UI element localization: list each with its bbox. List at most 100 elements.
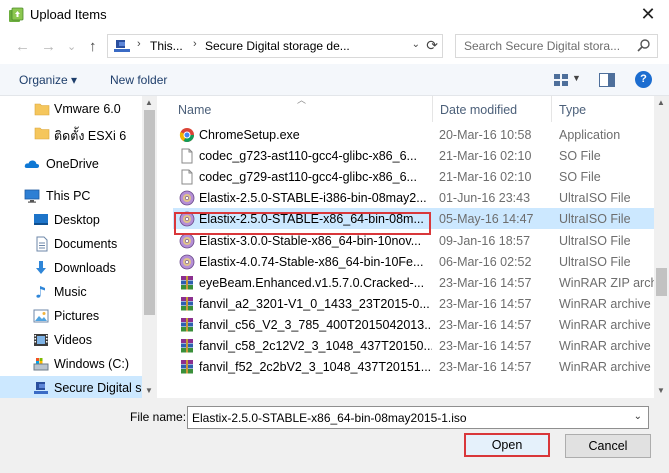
help-icon[interactable]: ? <box>635 71 652 88</box>
address-row: ← → ⌄ ↑ › This... › Secure Digital stora… <box>0 30 669 64</box>
scroll-up-icon[interactable]: ▲ <box>657 98 665 107</box>
sidebar-item-music[interactable]: Music <box>0 280 142 304</box>
file-row[interactable]: fanvil_a2_3201-V1_0_1433_23T2015-0... 23-… <box>173 293 654 314</box>
open-button[interactable]: Open <box>464 433 550 457</box>
search-placeholder[interactable]: Search Secure Digital stora... <box>464 39 634 53</box>
view-options-icon[interactable] <box>553 73 569 87</box>
breadcrumb-this-pc[interactable]: This... <box>150 39 183 53</box>
file-type: SO File <box>559 149 601 164</box>
file-type: Application <box>559 128 621 142</box>
command-toolbar: Organize ▾ New folder ▼ ? <box>0 64 669 96</box>
sidebar-item-vmware[interactable]: Vmware 6.0 <box>0 97 142 121</box>
sidebar-scroll-thumb[interactable] <box>144 110 155 315</box>
file-row[interactable]: Elastix-2.5.0-STABLE-i386-bin-08may2... 0… <box>173 187 654 208</box>
file-name: codec_g729-ast110-gcc4-glibc-x86_6... <box>199 170 417 185</box>
back-arrow-icon[interactable]: ← <box>15 38 30 55</box>
file-type: UltraISO File <box>559 191 631 206</box>
sidebar-item-videos[interactable]: Videos <box>0 328 142 352</box>
sidebar-item-desktop[interactable]: Desktop <box>0 208 142 232</box>
sidebar-item-esxi[interactable]: ติดตั้ง ESXi 6 <box>0 121 142 145</box>
file-date-modified: 21-Mar-16 02:10 <box>439 170 532 185</box>
downloads-icon <box>36 261 46 274</box>
recent-locations-chevron-icon[interactable]: ⌄ <box>67 40 76 53</box>
organize-menu-button[interactable]: Organize ▾ <box>19 73 77 87</box>
column-header-name[interactable]: Name <box>178 103 211 117</box>
file-date-modified: 20-Mar-16 10:58 <box>439 128 532 142</box>
file-date-modified: 23-Mar-16 14:57 <box>439 339 532 353</box>
computer-icon <box>24 189 40 203</box>
file-date-modified: 09-Jan-16 18:57 <box>439 233 531 248</box>
column-header-type[interactable]: Type <box>559 103 586 117</box>
file-list-scrollbar[interactable]: ▲ ▼ <box>654 96 669 398</box>
refresh-icon[interactable]: ⟳ <box>426 37 438 54</box>
file-name-value[interactable]: Elastix-2.5.0-STABLE-x86_64-bin-08may201… <box>192 411 467 425</box>
address-dropdown-icon[interactable]: ⌄ <box>412 39 420 50</box>
file-type: WinRAR ZIP archi <box>559 275 654 290</box>
cancel-button[interactable]: Cancel <box>565 434 651 458</box>
file-type: SO File <box>559 170 601 185</box>
winrar-icon <box>181 339 193 353</box>
sidebar-item-this-pc[interactable]: This PC <box>0 184 142 208</box>
column-header-row: ︿ Name Date modified Type <box>160 96 654 122</box>
sidebar-item-documents[interactable]: Documents <box>0 232 142 256</box>
sidebar-item-label: Windows (C:) <box>54 357 130 371</box>
file-row[interactable]: ChromeSetup.exe 20-Mar-16 10:58 Applicatio… <box>173 124 654 145</box>
sidebar-item-label: Secure Digital s <box>54 381 142 395</box>
column-divider[interactable] <box>432 96 433 122</box>
column-header-date[interactable]: Date modified <box>440 103 517 117</box>
file-row[interactable]: fanvil_c56_V2_3_785_400T2015042013... 23-… <box>173 314 654 335</box>
file-type: UltraISO File <box>559 233 631 248</box>
file-name: fanvil_c58_2c12V2_3_1048_437T20150... <box>199 339 432 353</box>
file-row[interactable]: eyeBeam.Enhanced.v1.5.7.0.Cracked-... 23-… <box>173 272 654 293</box>
file-row[interactable]: Elastix-4.0.74-Stable-x86_64-bin-10Fe...… <box>173 251 654 272</box>
winrar-icon <box>181 360 193 374</box>
sidebar-item-onedrive[interactable]: OneDrive <box>0 152 142 176</box>
navigation-pane: Vmware 6.0 ติดตั้ง ESXi 6 OneDrive This … <box>0 96 157 398</box>
file-type: WinRAR archive <box>559 296 651 311</box>
folder-icon <box>34 127 50 140</box>
file-date-modified: 01-Jun-16 23:43 <box>439 191 531 206</box>
file-row[interactable]: codec_g729-ast110-gcc4-glibc-x86_6... 21-… <box>173 166 654 187</box>
file-row[interactable]: codec_g723-ast110-gcc4-glibc-x86_6... 21-… <box>173 145 654 166</box>
desktop-icon <box>34 214 48 225</box>
file-name-dropdown-icon[interactable]: ⌄ <box>634 411 642 422</box>
drive-icon <box>33 358 49 371</box>
search-box[interactable]: Search Secure Digital stora... <box>455 34 658 58</box>
new-folder-button[interactable]: New folder <box>110 73 167 87</box>
file-name: Elastix-3.0.0-Stable-x86_64-bin-10nov... <box>199 233 422 248</box>
breadcrumb-separator-icon: › <box>193 38 197 50</box>
file-row[interactable]: fanvil_c58_2c12V2_3_1048_437T20150... 23-… <box>173 335 654 356</box>
scroll-down-icon[interactable]: ▼ <box>145 386 153 395</box>
file-type: UltraISO File <box>559 254 631 269</box>
file-name-input[interactable]: Elastix-2.5.0-STABLE-x86_64-bin-08may201… <box>187 406 649 429</box>
preview-pane-icon[interactable] <box>599 73 615 87</box>
sidebar-item-label: Downloads <box>54 261 116 275</box>
scroll-down-icon[interactable]: ▼ <box>657 386 665 395</box>
file-date-modified: 05-May-16 14:47 <box>439 212 534 227</box>
disc-icon <box>179 254 195 269</box>
search-icon[interactable] <box>637 38 651 52</box>
forward-arrow-icon[interactable]: → <box>41 38 56 55</box>
sidebar-item-pictures[interactable]: Pictures <box>0 304 142 328</box>
file-date-modified: 21-Mar-16 02:10 <box>439 149 532 164</box>
sidebar-scrollbar[interactable]: ▲ ▼ <box>142 96 157 398</box>
title-bar: Upload Items ✕ <box>0 0 669 30</box>
column-divider[interactable] <box>551 96 552 122</box>
sidebar-item-secure-digital[interactable]: Secure Digital s <box>0 376 142 398</box>
file-name: Elastix-4.0.74-Stable-x86_64-bin-10Fe... <box>199 254 424 269</box>
up-arrow-icon[interactable]: ↑ <box>89 38 97 55</box>
breadcrumb-secure-digital[interactable]: Secure Digital storage de... <box>205 39 350 53</box>
address-bar[interactable]: › This... › Secure Digital storage de...… <box>107 34 443 58</box>
file-name: fanvil_f52_2c2bV2_3_1048_437T20151... <box>199 360 432 375</box>
view-dropdown-icon[interactable]: ▼ <box>572 73 581 83</box>
file-row[interactable]: fanvil_f52_2c2bV2_3_1048_437T20151... 23-… <box>173 356 654 377</box>
sidebar-item-downloads[interactable]: Downloads <box>0 256 142 280</box>
sidebar-item-windows-c[interactable]: Windows (C:) <box>0 352 142 376</box>
file-icon <box>181 169 193 185</box>
file-list-scroll-thumb[interactable] <box>656 268 667 296</box>
winrar-icon <box>181 296 193 311</box>
disc-icon <box>179 190 195 206</box>
sidebar-item-label: Vmware 6.0 <box>54 102 121 116</box>
scroll-up-icon[interactable]: ▲ <box>145 98 153 107</box>
close-icon[interactable]: ✕ <box>637 4 659 25</box>
